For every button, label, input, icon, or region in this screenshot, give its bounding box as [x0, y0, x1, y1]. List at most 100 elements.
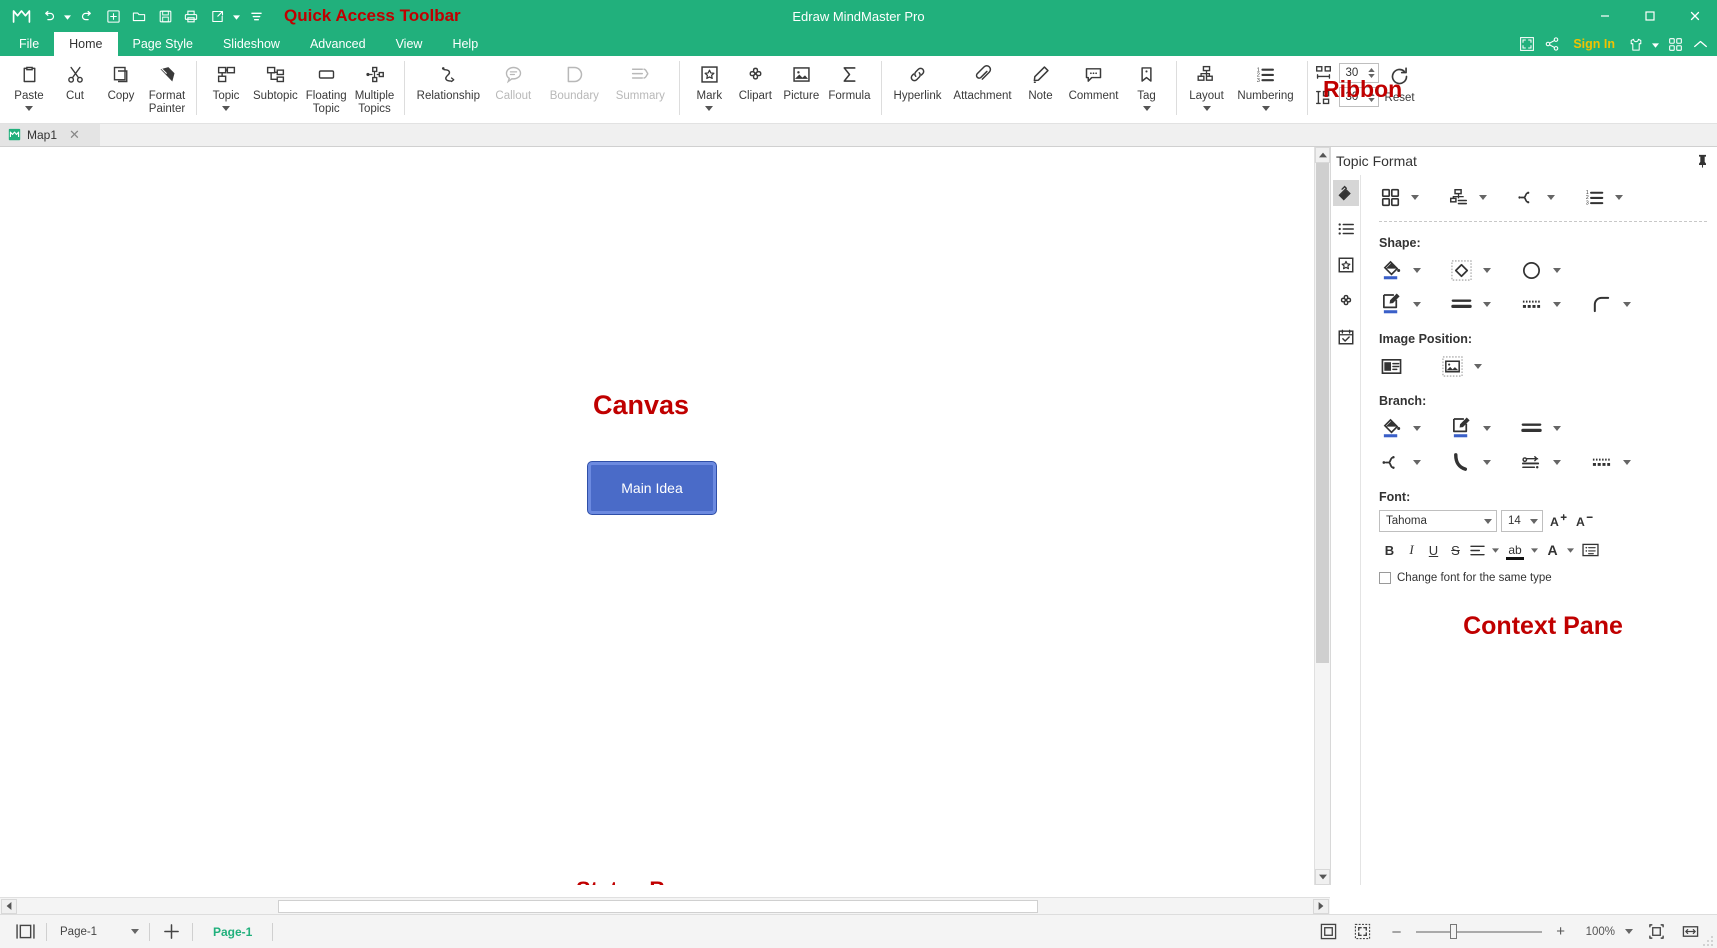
align-dropdown-icon[interactable] [1489, 539, 1502, 561]
subtopic-button[interactable]: Subtopic [249, 56, 302, 103]
fullscreen-icon[interactable] [1516, 33, 1538, 55]
attachment-button[interactable]: Attachment [948, 56, 1018, 103]
fit-width-icon[interactable] [1675, 917, 1705, 947]
font-family-select[interactable]: Tahoma [1379, 510, 1497, 532]
topic-button[interactable]: Topic [203, 56, 249, 113]
numbering-button[interactable]: 123 Numbering [1231, 56, 1301, 113]
shape-type-dropdown-icon[interactable] [1479, 256, 1495, 284]
branch-icon[interactable] [1379, 448, 1404, 476]
page-selector[interactable]: Page-1 [53, 922, 143, 942]
share-icon[interactable] [1541, 33, 1563, 55]
multiple-topics-button[interactable]: Multiple Topics [351, 56, 399, 115]
mark-button[interactable]: Mark [686, 56, 732, 113]
shape-corner-dropdown-icon[interactable] [1619, 290, 1635, 318]
menu-item-home[interactable]: Home [54, 32, 118, 56]
bold-button[interactable]: B [1379, 539, 1400, 561]
zoom-out-button[interactable]: – [1382, 917, 1412, 947]
vertical-scroll-track[interactable] [1315, 163, 1330, 869]
italic-button[interactable]: I [1401, 539, 1422, 561]
shape-shadow-dropdown-icon[interactable] [1549, 256, 1565, 284]
copy-button[interactable]: Copy [98, 56, 144, 103]
close-button[interactable] [1672, 0, 1717, 32]
shadow-icon[interactable] [1519, 256, 1544, 284]
hierarchy-icon[interactable] [1447, 183, 1470, 211]
document-tab-map1[interactable]: Map1 ✕ [0, 123, 100, 146]
panel-tab-task[interactable] [1333, 324, 1359, 350]
image-fill-icon[interactable] [1440, 352, 1465, 380]
customize-icon[interactable] [244, 4, 268, 28]
horizontal-scroll-thumb[interactable] [278, 899, 1038, 913]
branch-weight-dropdown-icon[interactable] [1549, 414, 1565, 442]
rounded-corner-icon[interactable] [1589, 290, 1614, 318]
dashed-line-icon[interactable] [1519, 290, 1544, 318]
apps-grid-icon[interactable] [1664, 33, 1686, 55]
vertical-scroll-thumb[interactable] [1316, 163, 1329, 663]
numbering-icon[interactable]: 123 [1583, 183, 1606, 211]
paint-bucket-icon[interactable] [1379, 414, 1404, 442]
pen-square-icon[interactable] [1449, 414, 1474, 442]
sign-in-button[interactable]: Sign In [1566, 37, 1622, 51]
theme-dropdown-icon[interactable] [1650, 32, 1661, 56]
zoom-slider-thumb[interactable] [1449, 924, 1457, 939]
page-tab-page1[interactable]: Page-1 [199, 925, 266, 939]
maximize-button[interactable] [1627, 0, 1672, 32]
curve-icon[interactable] [1449, 448, 1474, 476]
tag-dropdown-icon[interactable] [1142, 104, 1151, 113]
highlight-button[interactable]: ab [1503, 539, 1527, 561]
branch-shape-dropdown-icon[interactable] [1543, 183, 1559, 211]
picture-button[interactable]: Picture [778, 56, 824, 103]
topic-style-dropdown-icon[interactable] [1407, 183, 1423, 211]
decrease-font-size-button[interactable]: A [1573, 510, 1595, 532]
dashed-line-icon[interactable] [1589, 448, 1614, 476]
undo-icon[interactable] [36, 4, 60, 28]
hyperlink-button[interactable]: Hyperlink [888, 56, 948, 103]
shape-fill-dropdown-icon[interactable] [1409, 256, 1425, 284]
main-idea-node[interactable]: Main Idea [588, 462, 716, 514]
scroll-left-icon[interactable] [1, 898, 17, 914]
fit-page-icon[interactable] [1314, 917, 1344, 947]
menu-item-page-style[interactable]: Page Style [118, 32, 208, 56]
branch-curve-dropdown-icon[interactable] [1479, 448, 1495, 476]
layout-button[interactable]: Layout [1183, 56, 1231, 113]
tag-button[interactable]: Tag [1124, 56, 1170, 113]
panel-tab-outline[interactable] [1333, 216, 1359, 242]
resize-grip[interactable] [1703, 934, 1715, 946]
font-color-dropdown-icon[interactable] [1564, 539, 1577, 561]
menu-item-view[interactable]: View [381, 32, 438, 56]
theme-icon[interactable] [1625, 33, 1647, 55]
clipart-button[interactable]: Clipart [732, 56, 778, 103]
branch-color-dropdown-icon[interactable] [1479, 414, 1495, 442]
canvas[interactable]: Canvas Main Idea Status Bar [0, 147, 1314, 885]
scroll-up-icon[interactable] [1315, 147, 1330, 163]
zoom-actual-icon[interactable] [1641, 917, 1671, 947]
full-screen-icon[interactable] [1348, 917, 1378, 947]
scroll-right-icon[interactable] [1313, 898, 1329, 914]
menu-item-advanced[interactable]: Advanced [295, 32, 381, 56]
branch-dash-dropdown-icon[interactable] [1619, 448, 1635, 476]
image-fill-dropdown-icon[interactable] [1470, 352, 1486, 380]
topic-dropdown-icon[interactable] [222, 104, 230, 113]
font-color-button[interactable]: A [1542, 539, 1563, 561]
cut-button[interactable]: Cut [52, 56, 98, 103]
panel-tab-clipart[interactable] [1333, 288, 1359, 314]
new-icon[interactable] [101, 4, 125, 28]
align-button[interactable] [1467, 539, 1488, 561]
open-icon[interactable] [127, 4, 151, 28]
topic-layout-dropdown-icon[interactable] [1475, 183, 1491, 211]
shape-line-color-dropdown-icon[interactable] [1409, 290, 1425, 318]
line-weight-icon[interactable] [1519, 414, 1544, 442]
menu-item-slideshow[interactable]: Slideshow [208, 32, 295, 56]
panel-tab-mark[interactable] [1333, 252, 1359, 278]
undo-dropdown-icon[interactable] [62, 4, 73, 28]
export-dropdown-icon[interactable] [231, 4, 242, 28]
arrow-style-icon[interactable] [1519, 448, 1544, 476]
floating-topic-button[interactable]: Floating Topic [302, 56, 351, 115]
horizontal-scrollbar[interactable] [0, 897, 1330, 914]
numbering-dropdown-icon[interactable] [1261, 104, 1270, 113]
zoom-dropdown-icon[interactable] [1621, 922, 1637, 942]
highlight-dropdown-icon[interactable] [1528, 539, 1541, 561]
branch-fill-dropdown-icon[interactable] [1409, 414, 1425, 442]
close-icon[interactable]: ✕ [69, 127, 80, 143]
page-view-icon[interactable] [10, 917, 40, 947]
redo-icon[interactable] [75, 4, 99, 28]
